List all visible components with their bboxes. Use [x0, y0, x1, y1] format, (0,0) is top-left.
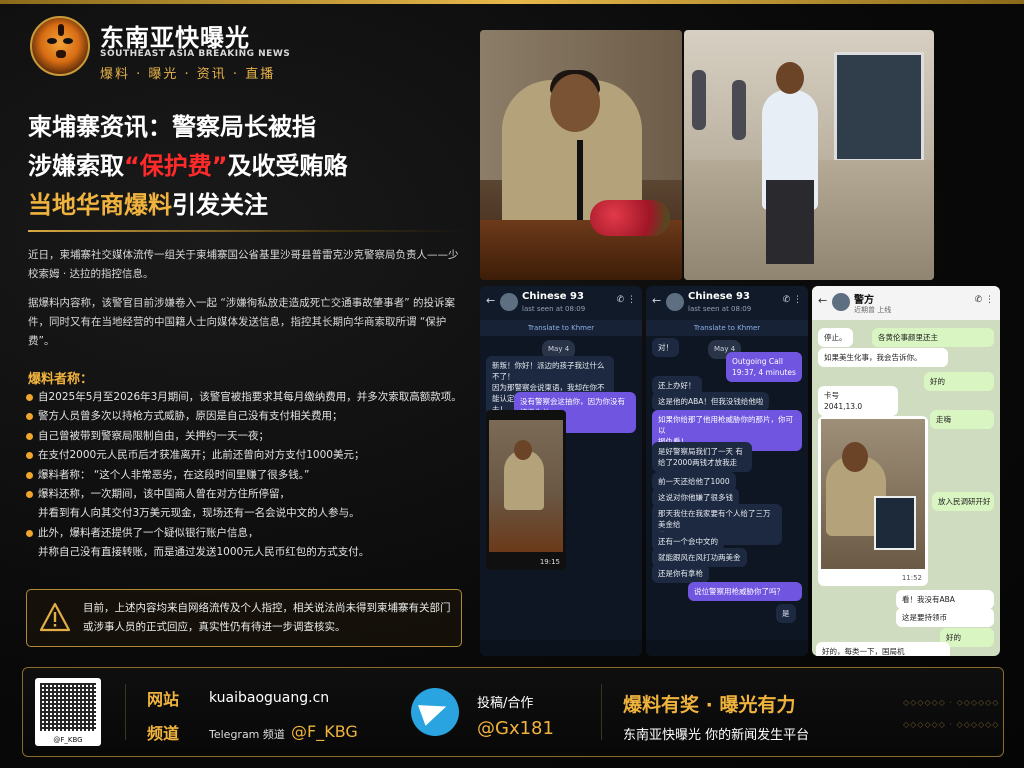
- chat-contact-name: Chinese 93: [688, 291, 750, 302]
- chat-screenshot-1: ← Chinese 93 last seen at 08:09 ✆ ⋮ Tran…: [480, 286, 642, 656]
- bullet-dot-icon: [26, 413, 33, 421]
- allegation-item: 爆料还称，一次期间，该中国商人曾在对方住所停留，: [24, 485, 474, 504]
- message-out: 说位警察用枪威胁你了吗？: [688, 582, 802, 601]
- chat-header: ← Chinese 93 last seen at 08:09 ✆ ⋮: [646, 286, 808, 320]
- decorative-dots: ◇◇◇◇◇◇ · ◇◇◇◇◇◇: [903, 720, 1000, 729]
- bullet-dot-icon: [26, 452, 33, 460]
- footer-bar: @F_KBG 网站 频道 kuaibaoguang.cn Telegram 频道…: [22, 667, 1004, 757]
- telegram-channel-label: Telegram 频道: [209, 728, 285, 741]
- officer-podium-photo: [480, 30, 682, 280]
- translate-bar: Translate to Khmer: [480, 320, 642, 336]
- chat-last-seen: 近期曾 上线: [854, 306, 892, 314]
- back-arrow-icon: ←: [486, 294, 496, 307]
- message-in: 这是他的ABA！但我没钱给他啦: [652, 392, 770, 411]
- tagline: 东南亚快曝光 你的新闻发生平台: [623, 728, 810, 743]
- call-menu-icon: ✆ ⋮: [974, 295, 994, 305]
- warning-icon: [39, 602, 71, 632]
- headline-gold: 当地华商爆料: [28, 191, 172, 219]
- allegation-item: 并看到有人向其交付3万美元现金，现场还有一名会说中文的人参与。: [38, 507, 360, 520]
- disclaimer-text: 目前，上述内容均来自网络流传及个人指控，相关说法尚未得到柬埔寨有关部门或涉事人员…: [83, 602, 451, 633]
- bullet-dot-icon: [26, 394, 33, 401]
- site-label: 网站: [147, 690, 180, 709]
- telegram-icon[interactable]: [411, 688, 459, 736]
- allegation-item: 自己曾被带到警察局限制自由，关押约一天一夜；: [24, 427, 474, 446]
- chat-last-seen: last seen at 08:09: [522, 305, 586, 313]
- brand-name: 东南亚快曝光: [100, 24, 250, 52]
- allegation-item: 警方人员曾多次以持枪方式威胁，原因是自己没有支付相关费用；: [24, 407, 474, 426]
- bullet-dot-icon: [26, 432, 33, 440]
- allegation-list: 自2025年5月至2026年3月期间，该警官被指要求其每月缴纳费用，并多次索取高…: [24, 388, 474, 563]
- section-title: 爆料者称：: [28, 372, 94, 387]
- brand-header: 东南亚快曝光 SOUTHEAST ASIA BREAKING NEWS 爆料 ·…: [30, 14, 450, 84]
- shared-photo: 19:15: [486, 410, 566, 570]
- officer-street-photo: [684, 30, 934, 280]
- message-in: 看！我没有ABA: [896, 590, 994, 609]
- message-out: 放入民调研开好: [932, 492, 994, 511]
- shared-photo: 11:52: [818, 416, 928, 586]
- message-in: 如果美生化事，我会告诉你。: [818, 348, 948, 367]
- brand-name-en: SOUTHEAST ASIA BREAKING NEWS: [100, 49, 291, 59]
- decorative-dots: ◇◇◇◇◇◇ · ◇◇◇◇◇◇: [903, 698, 1000, 707]
- poster: 东南亚快曝光 SOUTHEAST ASIA BREAKING NEWS 爆料 ·…: [0, 0, 1024, 768]
- chat-last-seen: last seen at 08:09: [688, 305, 752, 313]
- message-in: 这是要持领币: [896, 608, 994, 627]
- message-input-bar: [646, 640, 808, 656]
- bullet-dot-icon: [26, 529, 33, 537]
- allegation-item: 在支付2000元人民币后才获准离开；此前还曾向对方支付1000美元；: [24, 446, 474, 465]
- chat-contact-name: Chinese 93: [522, 291, 584, 302]
- message-input-bar: [480, 640, 642, 656]
- contact-label: 投稿/合作: [477, 696, 534, 711]
- telegram-handle-link[interactable]: @F_KBG: [291, 722, 358, 741]
- message-in: 对！: [652, 338, 679, 357]
- detail-paragraph: 据爆料内容称，该警官目前涉嫌卷入一起 “涉嫌徇私放走造成死亡交通事故肇事者” 的…: [28, 297, 456, 347]
- slogan: 爆料有奖 · 曝光有力: [623, 694, 796, 716]
- message-in: 是好警察局我们了一天 有给了2000两钱才放我走: [652, 442, 752, 472]
- message-in: 是: [776, 604, 796, 623]
- translate-bar: Translate to Khmer: [646, 320, 808, 336]
- tiger-logo-icon: [30, 16, 90, 76]
- headline-line-3: 当地华商爆料引发关注: [28, 191, 268, 219]
- chat-header: ← Chinese 93 last seen at 08:09 ✆ ⋮: [480, 286, 642, 320]
- brand-subtitle: 爆料 · 曝光 · 资讯 · 直播: [100, 67, 276, 82]
- intro-paragraph: 近日，柬埔寨社交媒体流传一组关于柬埔寨国公省基里沙哥县普雷克沙克警察局负责人——…: [28, 249, 459, 280]
- headline-line-2: 涉嫌索取“保护费”及收受贿赂: [28, 152, 348, 180]
- chat-screenshot-2: ← Chinese 93 last seen at 08:09 ✆ ⋮ Tran…: [646, 286, 808, 656]
- channel-label: 频道: [147, 724, 180, 743]
- message-out: 各黄伦事颜里还主: [872, 328, 994, 347]
- avatar: [500, 293, 518, 311]
- bullet-dot-icon: [26, 491, 33, 499]
- message-out: 走嗨: [930, 410, 994, 429]
- chat-header: ← 警方 近期曾 上线 ✆ ⋮: [812, 286, 1000, 320]
- message-out: 好的: [924, 372, 994, 391]
- message-in: 卡号 2041,13.0: [818, 386, 898, 416]
- headline-divider: [28, 230, 468, 232]
- top-gold-line: [0, 0, 1024, 4]
- contact-handle-link[interactable]: @Gx181: [477, 718, 554, 739]
- website-link[interactable]: kuaibaoguang.cn: [209, 690, 329, 706]
- disclaimer-box: 目前，上述内容均来自网络流传及个人指控，相关说法尚未得到柬埔寨有关部门或涉事人员…: [26, 589, 462, 647]
- chat-screenshot-3: ← 警方 近期曾 上线 ✆ ⋮ 停止。 各黄伦事颜里还主 如果美生化事，我会告诉…: [812, 286, 1000, 656]
- back-arrow-icon: ←: [818, 294, 828, 307]
- chat-contact-name: 警方: [854, 295, 874, 306]
- avatar: [666, 293, 684, 311]
- bullet-dot-icon: [26, 471, 33, 479]
- allegation-item: 此外，爆料者还提供了一个疑似银行账户信息，: [24, 524, 474, 543]
- call-bubble: Outgoing Call 19:37, 4 minutes: [726, 352, 802, 382]
- call-menu-icon: ✆ ⋮: [616, 295, 636, 305]
- call-menu-icon: ✆ ⋮: [782, 295, 802, 305]
- message-in: 停止。: [818, 328, 853, 347]
- allegation-item: 自2025年5月至2026年3月期间，该警官被指要求其每月缴纳费用，并多次索取高…: [24, 388, 474, 407]
- headline: 柬埔寨资讯：警察局长被指 涉嫌索取“保护费”及收受贿赂 当地华商爆料引发关注: [28, 108, 468, 225]
- avatar: [832, 293, 850, 311]
- headline-line-1: 柬埔寨资讯：警察局长被指: [28, 113, 316, 141]
- qr-code[interactable]: @F_KBG: [35, 678, 101, 746]
- headline-quote: “保护费”: [124, 152, 228, 180]
- allegation-item: 并称自己没有直接转账，而是通过发送1000元人民币红包的方式支付。: [38, 546, 370, 559]
- allegation-item: 爆料者称： “这个人非常恶劣，在这段时间里赚了很多钱。”: [24, 466, 474, 485]
- back-arrow-icon: ←: [652, 294, 662, 307]
- message-in: 还是你有拿枪: [652, 564, 709, 583]
- message-in: 好的，每类一下，国局机: [816, 642, 950, 656]
